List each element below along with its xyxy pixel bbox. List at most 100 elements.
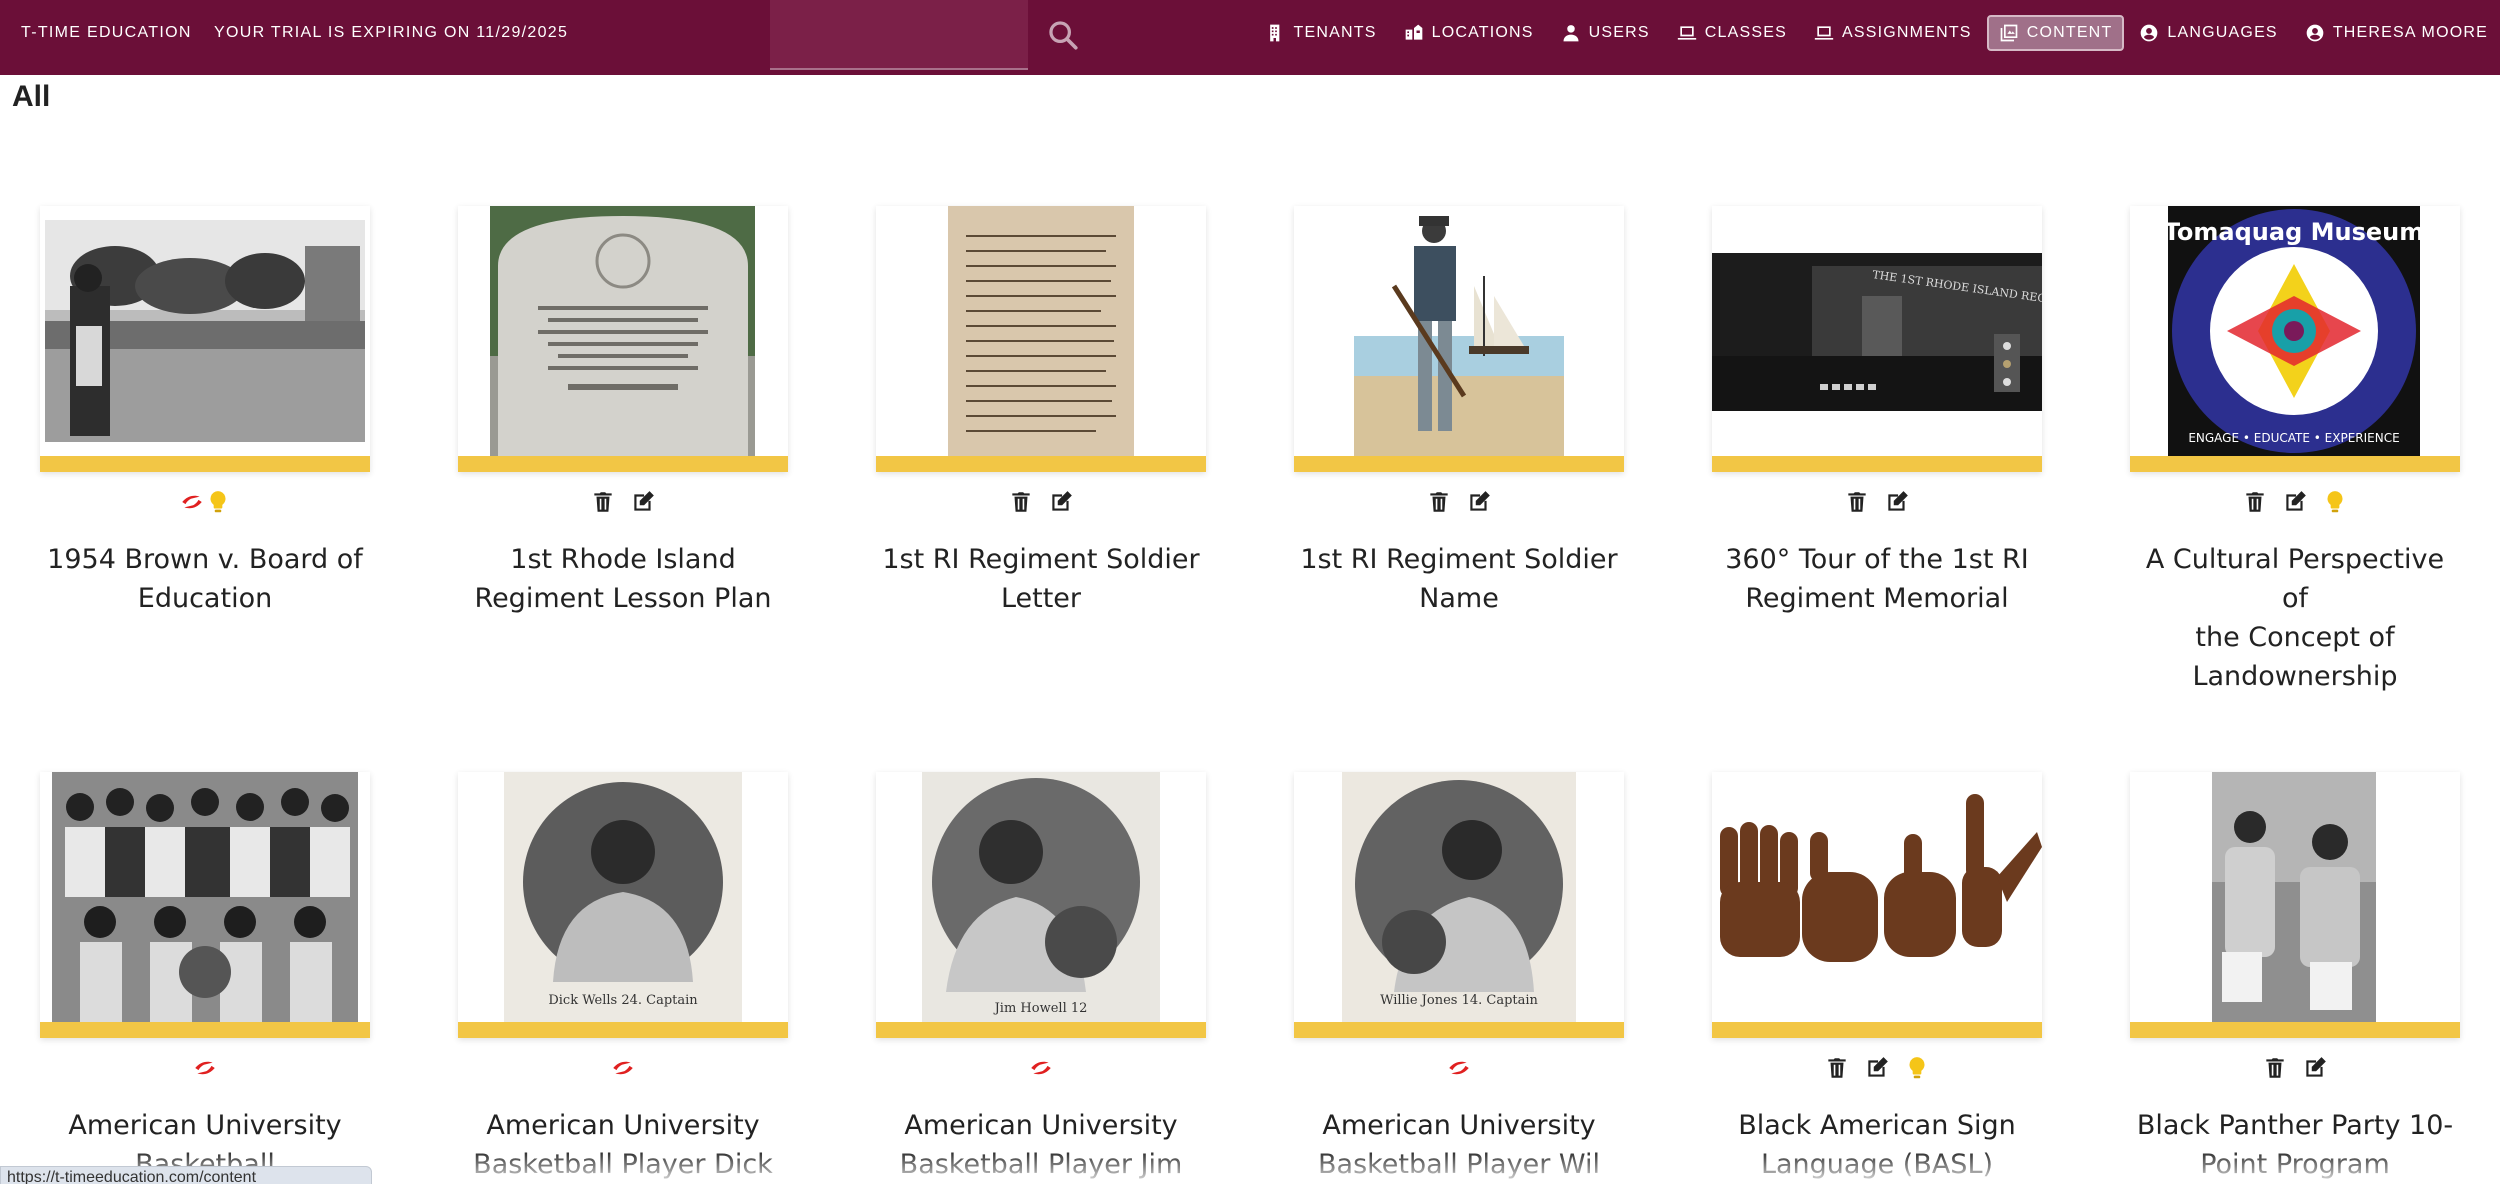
nav-label: USERS: [1588, 24, 1650, 41]
delete-icon[interactable]: [590, 489, 616, 515]
content-card[interactable]: Tomaquag Museum ENGAGE • EDUCATE • EXPER…: [2130, 206, 2460, 472]
nav-user-account[interactable]: THERESA MOORE: [2293, 15, 2500, 51]
card-image: Jim Howell 12: [876, 772, 1206, 1022]
card-title[interactable]: American University Basketball Player Jim: [876, 1106, 1206, 1184]
card-image: Willie Jones 14. Captain: [1294, 772, 1624, 1022]
card-title[interactable]: Black Panther Party 10- Point Program: [2130, 1106, 2460, 1184]
card-image: THE 1ST RHODE ISLAND REGIMENT: [1712, 206, 2042, 456]
edit-icon[interactable]: [2302, 1055, 2328, 1081]
library-icon: [2000, 24, 2018, 42]
card-accent-bar: [2130, 1022, 2460, 1038]
scroll-fade: [0, 1150, 2500, 1184]
edit-icon[interactable]: [2282, 489, 2308, 515]
delete-icon[interactable]: [2262, 1055, 2288, 1081]
content-card[interactable]: Willie Jones 14. Captain: [1294, 772, 1624, 1038]
share-icon[interactable]: [610, 1055, 636, 1081]
card-image: [458, 206, 788, 456]
content-card[interactable]: THE 1ST RHODE ISLAND REGIMENT: [1712, 206, 2042, 472]
content-card[interactable]: [1294, 206, 1624, 472]
top-app-bar: T-TIME EDUCATION YOUR TRIAL IS EXPIRING …: [0, 0, 2500, 75]
card-actions: [40, 1048, 370, 1088]
content-card[interactable]: [876, 206, 1206, 472]
search-button[interactable]: [1040, 12, 1086, 58]
logo-motto: ENGAGE • EDUCATE • EXPERIENCE: [2188, 431, 2399, 445]
card-accent-bar: [1712, 456, 2042, 472]
search-input[interactable]: [770, 0, 1028, 70]
nav-label: CONTENT: [2026, 24, 2113, 41]
edit-icon[interactable]: [1864, 1055, 1890, 1081]
nav-label: CLASSES: [1704, 24, 1788, 41]
photo-caption: Willie Jones 14. Captain: [1380, 993, 1538, 1008]
card-actions: [876, 1048, 1206, 1088]
card-actions: [2130, 1048, 2460, 1088]
share-icon[interactable]: [1446, 1055, 1472, 1081]
content-card[interactable]: [40, 206, 370, 472]
nav-content[interactable]: CONTENT: [1986, 15, 2125, 51]
share-icon[interactable]: [1028, 1055, 1054, 1081]
main-nav: TENANTS LOCATIONS USERS CLASSES ASSIGNME…: [1251, 0, 2500, 66]
lightbulb-icon[interactable]: [205, 489, 231, 515]
card-actions: [458, 1048, 788, 1088]
delete-icon[interactable]: [1426, 489, 1452, 515]
nav-locations[interactable]: LOCATIONS: [1392, 15, 1546, 51]
share-icon[interactable]: [192, 1055, 218, 1081]
nav-users[interactable]: USERS: [1549, 15, 1662, 51]
content-card[interactable]: Jim Howell 12: [876, 772, 1206, 1038]
laptop-icon: [1814, 26, 1834, 40]
delete-icon[interactable]: [1824, 1055, 1850, 1081]
account-circle-icon: [2306, 24, 2324, 42]
card-accent-bar: [876, 456, 1206, 472]
nav-label: LANGUAGES: [2167, 24, 2278, 41]
card-title[interactable]: 1st Rhode Island Regiment Lesson Plan: [458, 540, 788, 618]
edit-icon[interactable]: [1048, 489, 1074, 515]
card-accent-bar: [40, 1022, 370, 1038]
card-title[interactable]: 1st RI Regiment Soldier Name: [1294, 540, 1624, 618]
card-title[interactable]: Black American Sign Language (BASL): [1712, 1106, 2042, 1184]
person-icon: [1563, 25, 1579, 42]
card-actions: [1294, 482, 1624, 522]
laptop-icon: [1677, 26, 1696, 40]
content-card[interactable]: [1712, 772, 2042, 1038]
card-actions: [458, 482, 788, 522]
nav-classes[interactable]: CLASSES: [1665, 15, 1799, 51]
page-title: All: [12, 80, 51, 113]
card-actions: [876, 482, 1206, 522]
content-card[interactable]: [458, 206, 788, 472]
map-icon: [1405, 24, 1422, 40]
card-title[interactable]: American University Basketball Player Dic…: [458, 1106, 788, 1184]
card-title[interactable]: 1st RI Regiment Soldier Letter: [876, 540, 1206, 618]
content-card[interactable]: [2130, 772, 2460, 1038]
share-icon[interactable]: [179, 489, 205, 515]
brand-name[interactable]: T-TIME EDUCATION: [21, 24, 192, 42]
delete-icon[interactable]: [1844, 489, 1870, 515]
delete-icon[interactable]: [2242, 489, 2268, 515]
nav-label: LOCATIONS: [1431, 24, 1534, 41]
lightbulb-icon[interactable]: [2322, 489, 2348, 515]
card-title[interactable]: A Cultural Perspective of the Concept of L…: [2130, 540, 2460, 696]
card-image: [2130, 772, 2460, 1022]
content-card[interactable]: [40, 772, 370, 1038]
nav-tenants[interactable]: TENANTS: [1254, 15, 1389, 51]
search-icon: [1049, 21, 1078, 50]
nav-label: THERESA MOORE: [2332, 24, 2488, 41]
lightbulb-icon[interactable]: [1904, 1055, 1930, 1081]
edit-icon[interactable]: [1466, 489, 1492, 515]
edit-icon[interactable]: [630, 489, 656, 515]
card-image: Dick Wells 24. Captain: [458, 772, 788, 1022]
card-title[interactable]: 1954 Brown v. Board of Education: [40, 540, 370, 618]
nav-assignments[interactable]: ASSIGNMENTS: [1802, 15, 1984, 51]
card-title[interactable]: 360° Tour of the 1st RI Regiment Memorial: [1712, 540, 2042, 618]
content-card[interactable]: Dick Wells 24. Captain: [458, 772, 788, 1038]
card-accent-bar: [1712, 1022, 2042, 1038]
logo-text: Tomaquag Museum: [2164, 218, 2425, 246]
edit-icon[interactable]: [1884, 489, 1910, 515]
card-title[interactable]: American University Basketball Player Wil: [1294, 1106, 1624, 1184]
nav-languages[interactable]: LANGUAGES: [2127, 15, 2289, 51]
card-accent-bar: [458, 1022, 788, 1038]
card-actions: [1294, 1048, 1624, 1088]
link-status-bar: https://t-timeeducation.com/content: [0, 1166, 372, 1184]
card-accent-bar: [40, 456, 370, 472]
card-accent-bar: [1294, 1022, 1624, 1038]
card-accent-bar: [1294, 456, 1624, 472]
delete-icon[interactable]: [1008, 489, 1034, 515]
